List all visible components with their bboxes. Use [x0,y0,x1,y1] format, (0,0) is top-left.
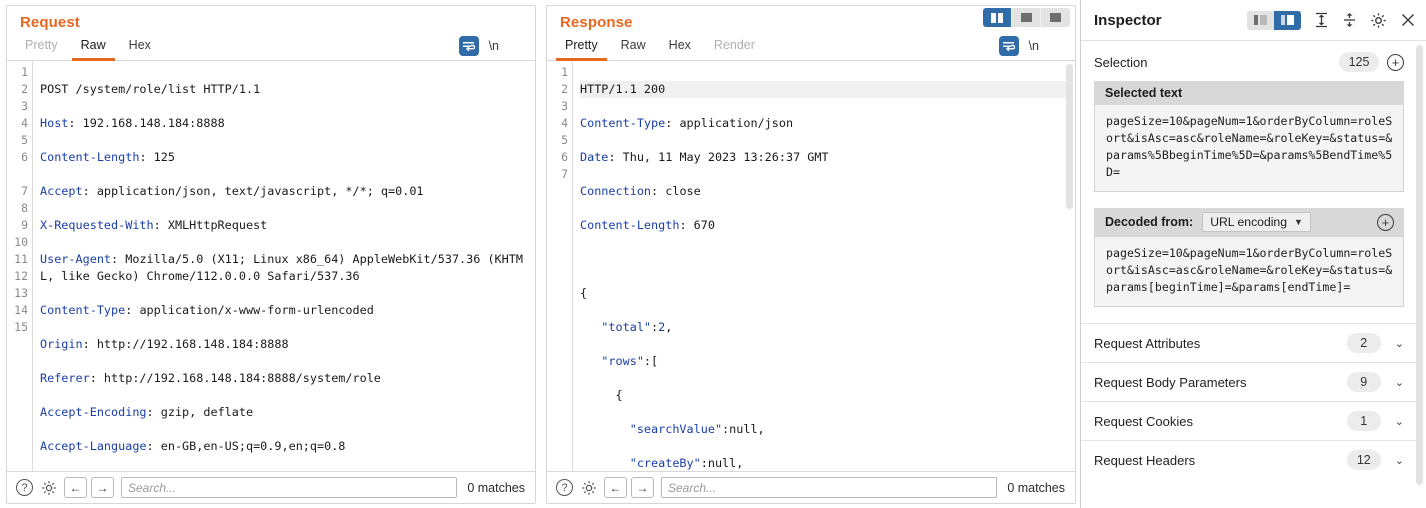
request-tabbar: Pretty Raw Hex \n [7,34,535,61]
hamburger-menu-icon[interactable] [1049,40,1064,52]
newline-toggle-icon[interactable]: \n [1029,39,1039,53]
search-next-button[interactable]: → [91,477,114,498]
section-request-body-parameters[interactable]: Request Body Parameters 9 ⌄ [1081,362,1416,401]
response-tab-pretty[interactable]: Pretty [556,36,607,61]
section-count-badge: 2 [1346,333,1381,353]
section-label: Request Cookies [1094,413,1193,429]
request-line-numbers: 123456 7 8 9 10 11 12 13 14 15 [7,61,33,471]
section-label: Request Attributes [1094,335,1201,351]
response-tab-raw[interactable]: Raw [612,36,655,61]
request-title: Request [20,14,80,31]
search-prev-button[interactable]: ← [64,477,87,498]
expand-all-icon[interactable] [1314,12,1329,28]
word-wrap-icon[interactable] [458,36,479,56]
inspector-panel: Inspector Selection 125 + Selected text … [1080,0,1426,508]
section-count-badge: 9 [1346,372,1381,392]
response-scrollbar[interactable] [1066,64,1073,209]
request-code-area[interactable]: 123456 7 8 9 10 11 12 13 14 15 POST /system/rol… [7,61,535,471]
pane-right-toggle-button[interactable] [1274,10,1301,30]
section-count-badge: 12 [1346,450,1381,470]
inspector-header: Inspector [1081,0,1426,41]
decoded-from-header: Decoded from: URL encoding ▼ + [1094,208,1404,236]
selected-text-header: Selected text [1094,81,1404,105]
inspector-body: Selection 125 + Selected text pageSize=1… [1081,41,1426,508]
search-matches-count: 0 matches [467,480,525,495]
decoded-from-label: Decoded from: [1105,215,1194,229]
word-wrap-icon[interactable] [998,36,1019,56]
request-tab-pretty[interactable]: Pretty [16,36,67,61]
request-search-bar: ? ← → Search... 0 matches [7,471,535,503]
inspector-pane-toggle-group [1247,10,1301,30]
request-panel-inner: Request Pretty Raw Hex \n 1 2 3 4 5 6 7 … [6,5,536,504]
search-matches-count: 0 matches [1007,480,1065,495]
search-input[interactable] [661,477,998,498]
selected-text-card: Selected text pageSize=10&pageNum=1&orde… [1094,81,1404,192]
section-label: Request Body Parameters [1094,374,1247,390]
section-request-cookies[interactable]: Request Cookies 1 ⌄ [1081,401,1416,440]
chevron-down-icon[interactable]: ⌄ [1395,376,1404,389]
single-pane-layout-a-button[interactable] [1012,8,1041,27]
decoded-text-card: pageSize=10&pageNum=1&orderByColumn=role… [1094,236,1404,307]
chevron-down-icon: ▼ [1294,217,1303,227]
response-line-numbers: 1234567 [547,61,573,471]
selected-text-value[interactable]: pageSize=10&pageNum=1&orderByColumn=role… [1094,105,1404,192]
response-tabbar: Pretty Raw Hex Render \n [547,34,1075,61]
collapse-all-icon[interactable] [1342,12,1357,28]
gear-icon[interactable] [1370,12,1387,29]
split-vertical-layout-button[interactable] [983,8,1012,27]
search-prev-button[interactable]: ← [604,477,627,498]
response-panel-inner: Response Pretty Raw Hex Render \n 1 2 3 … [546,5,1076,504]
chevron-down-icon[interactable]: ⌄ [1395,415,1404,428]
inspector-sections: Request Attributes 2 ⌄ Request Body Para… [1081,323,1416,479]
inspector-scrollbar[interactable] [1416,45,1423,485]
hamburger-menu-icon[interactable] [509,40,524,52]
chevron-down-icon[interactable]: ⌄ [1395,337,1404,350]
add-icon[interactable]: + [1387,53,1404,71]
close-icon[interactable] [1400,12,1416,28]
request-tab-raw[interactable]: Raw [71,36,115,61]
single-pane-layout-b-button[interactable] [1041,8,1070,27]
layout-toggle-group [983,8,1070,27]
section-label: Request Headers [1094,452,1196,468]
inspector-header-icons [1247,10,1416,30]
burp-message-editor: Request Pretty Raw Hex \n 1 2 3 4 5 6 7 … [0,0,1426,508]
section-request-attributes[interactable]: Request Attributes 2 ⌄ [1081,323,1416,362]
search-input[interactable] [121,477,458,498]
section-count-badge: 1 [1346,411,1381,431]
gear-icon[interactable] [40,479,57,496]
request-raw-body[interactable]: POST /system/role/list HTTP/1.1 Host: 19… [33,61,535,471]
newline-toggle-icon[interactable]: \n [489,39,499,53]
selection-label: Selection [1094,54,1148,70]
add-icon[interactable]: + [1377,213,1394,231]
response-search-bar: ? ← → Search... 0 matches [547,471,1075,503]
request-tab-actions: \n [458,36,535,60]
inspector-title: Inspector [1094,11,1162,29]
selection-row: Selection 125 + [1081,41,1416,81]
section-request-headers[interactable]: Request Headers 12 ⌄ [1081,440,1416,479]
selection-count-badge: 125 [1339,52,1379,72]
response-panel: Response Pretty Raw Hex Render \n 1 2 3 … [540,0,1080,508]
response-tab-actions: \n [998,36,1075,60]
response-tab-hex[interactable]: Hex [660,36,700,61]
help-icon[interactable]: ? [16,479,33,496]
request-panel: Request Pretty Raw Hex \n 1 2 3 4 5 6 7 … [0,0,540,508]
gear-icon[interactable] [580,479,597,496]
search-next-button[interactable]: → [631,477,654,498]
response-code-area[interactable]: 1234567 HTTP/1.1 200 Content-Type: appli… [547,61,1075,471]
decoding-select-value: URL encoding [1210,215,1287,229]
decoding-select[interactable]: URL encoding ▼ [1202,212,1311,232]
response-pretty-body[interactable]: HTTP/1.1 200 Content-Type: application/j… [573,61,1075,471]
help-icon[interactable]: ? [556,479,573,496]
pane-left-toggle-button[interactable] [1247,11,1274,30]
decoded-text-value[interactable]: pageSize=10&pageNum=1&orderByColumn=role… [1094,236,1404,307]
request-tab-hex[interactable]: Hex [120,36,160,61]
chevron-down-icon[interactable]: ⌄ [1395,454,1404,467]
response-tab-render[interactable]: Render [705,36,764,61]
